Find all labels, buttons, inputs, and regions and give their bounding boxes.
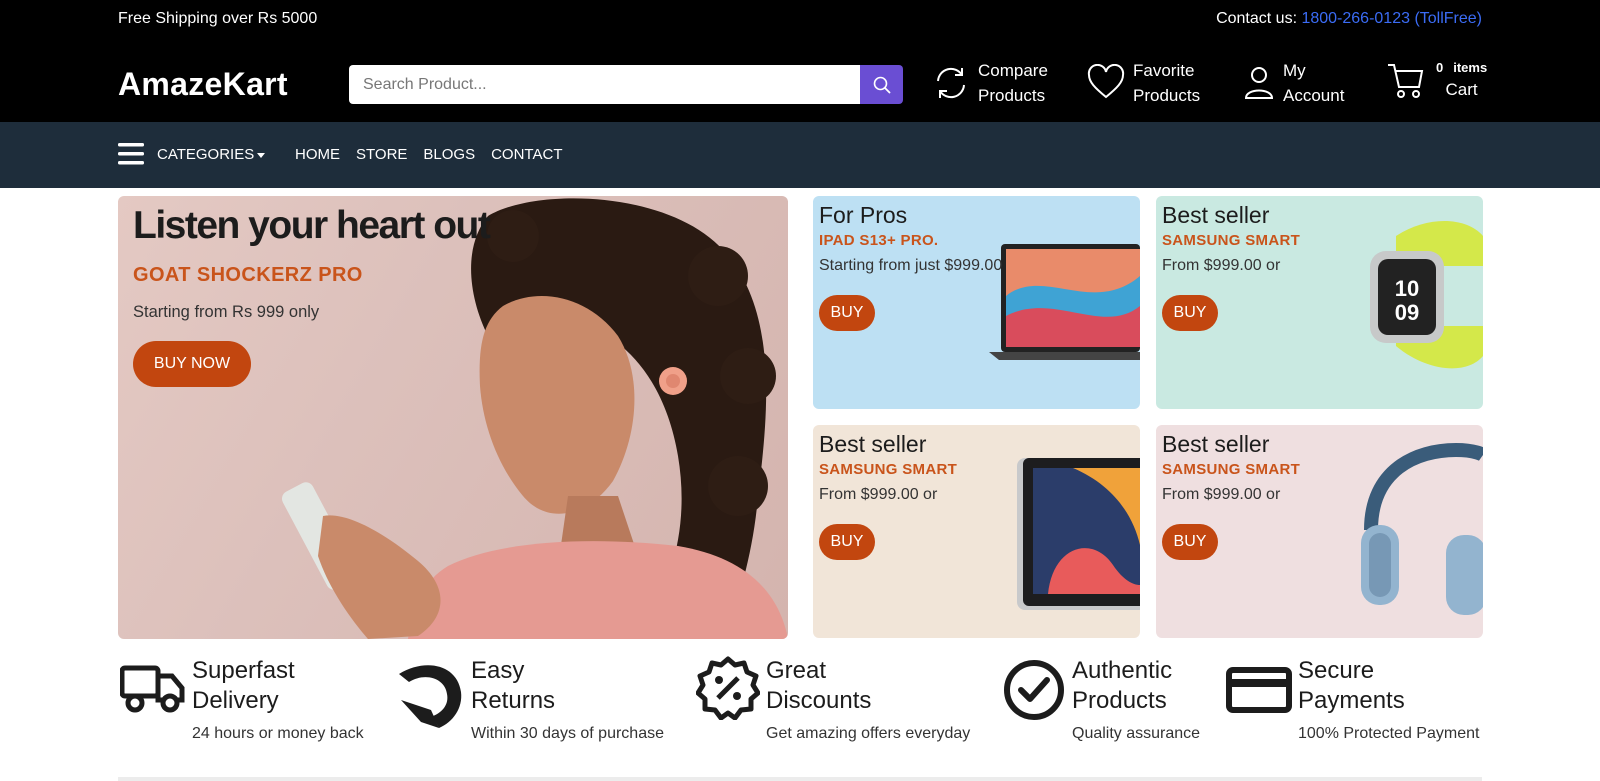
promo-card-tablet: Best seller SAMSUNG SMART From $999.00 o… [813, 425, 1140, 638]
feature-title-line1: Authentic [1072, 657, 1173, 684]
cart-count: 0 [1436, 60, 1444, 75]
hero-title: Listen your heart out [133, 204, 491, 247]
hero-subtitle: GOAT SHOCKERZ PRO [133, 264, 363, 286]
top-bar: Free Shipping over Rs 5000 Contact us: 1… [0, 0, 1600, 40]
card-title: Best seller [1162, 431, 1270, 457]
hero-banner: Listen your heart out GOAT SHOCKERZ PRO … [118, 196, 788, 639]
contact-label: Contact us: [1216, 10, 1302, 27]
feature-title-line2: Delivery [192, 687, 279, 714]
feature-payments: Secure Payments 100% Protected Payment [1226, 656, 1479, 746]
promo-card-laptop: For Pros IPAD S13+ PRO. Starting from ju… [813, 196, 1140, 409]
search-input[interactable] [349, 65, 860, 104]
hero-buy-now-button[interactable]: BUY NOW [133, 341, 251, 387]
feature-title-line1: Easy [471, 657, 525, 684]
nav-link-store[interactable]: STORE [356, 146, 407, 163]
hero-price: Starting from Rs 999 only [133, 303, 320, 321]
feature-desc: Quality assurance [1072, 725, 1201, 742]
promo-card-smartwatch: 10 09 Best seller SAMSUNG SMART From $99… [1156, 196, 1483, 409]
feature-title-line1: Great [766, 657, 827, 684]
watch-face-text: 10 [1395, 276, 1419, 301]
favorite-line1: Favorite [1133, 61, 1195, 80]
card-title: Best seller [819, 431, 927, 457]
feature-title-line1: Secure [1298, 657, 1375, 684]
nav-link-blogs[interactable]: BLOGS [423, 146, 475, 163]
contact-info: Contact us: 1800-266-0123 (TollFree) [1216, 10, 1482, 28]
card-subtitle: SAMSUNG SMART [819, 461, 958, 478]
watch-face-text: 09 [1395, 300, 1419, 325]
categories-dropdown[interactable]: CATEGORIES [157, 146, 266, 163]
feature-returns: Easy Returns Within 30 days of purchase [395, 656, 664, 746]
search-icon [873, 76, 890, 93]
compare-products-link[interactable]: Compare Products [932, 58, 1048, 108]
feature-authentic: Authentic Products Quality assurance [1002, 656, 1200, 746]
credit-card-icon [1226, 667, 1292, 713]
section-divider [118, 777, 1482, 781]
return-arrow-icon [399, 665, 462, 728]
card-price: Starting from just $999.00 [819, 257, 1003, 274]
my-account-link[interactable]: My Account [1243, 58, 1344, 108]
card-subtitle: IPAD S13+ PRO. [819, 232, 939, 249]
cart-link[interactable]: 0 items Cart [1386, 58, 1487, 102]
chevron-down-icon [257, 152, 266, 158]
hamburger-menu-icon[interactable] [118, 142, 144, 166]
feature-desc: 24 hours or money back [192, 725, 364, 742]
cart-icon [1388, 64, 1424, 98]
promo-card-headphones: Best seller SAMSUNG SMART From $999.00 o… [1156, 425, 1483, 638]
card-price: From $999.00 or [819, 486, 938, 503]
favorite-products-link[interactable]: Favorite Products [1087, 58, 1200, 108]
feature-title-line1: Superfast [192, 657, 295, 684]
feature-delivery: Superfast Delivery 24 hours or money back [120, 656, 364, 746]
cart-label: Cart [1445, 80, 1478, 99]
favorite-line2: Products [1133, 86, 1201, 105]
card-buy-button[interactable]: BUY [819, 295, 875, 331]
card-buy-button[interactable]: BUY [1162, 295, 1218, 331]
main-nav: CATEGORIES HOME STORE BLOGS CONTACT [0, 122, 1600, 188]
account-line2: Account [1283, 86, 1345, 105]
compare-icon [937, 67, 965, 99]
card-subtitle: SAMSUNG SMART [1162, 461, 1301, 478]
site-logo[interactable]: AmazeKart [118, 66, 288, 103]
feature-title-line2: Products [1072, 687, 1167, 714]
feature-desc: Within 30 days of purchase [471, 725, 664, 742]
compare-line2: Products [978, 86, 1046, 105]
card-buy-button[interactable]: BUY [1162, 524, 1218, 560]
compare-line1: Compare [978, 61, 1048, 80]
nav-link-home[interactable]: HOME [295, 146, 340, 163]
cart-count-label: items [1453, 60, 1488, 75]
discount-badge-icon [696, 656, 760, 720]
contact-phone-link[interactable]: 1800-266-0123 (TollFree) [1301, 10, 1482, 27]
search-bar [349, 65, 903, 104]
main-header: AmazeKart Compare Products Favorite Produc… [0, 40, 1600, 122]
account-line1: My [1283, 61, 1306, 80]
feature-title-line2: Discounts [766, 687, 872, 714]
nav-link-contact[interactable]: CONTACT [491, 146, 562, 163]
search-button[interactable] [860, 65, 903, 104]
hero-woman-with-earbuds-image [281, 198, 788, 639]
card-title: Best seller [1162, 202, 1270, 228]
shipping-notice: Free Shipping over Rs 5000 [118, 10, 318, 27]
truck-icon [120, 665, 185, 713]
user-icon [1244, 67, 1274, 99]
heart-icon [1087, 64, 1125, 99]
feature-discounts: Great Discounts Get amazing offers everyda… [696, 656, 970, 746]
feature-title-line2: Returns [471, 687, 556, 714]
feature-desc: Get amazing offers everyday [766, 725, 971, 742]
card-price: From $999.00 or [1162, 486, 1281, 503]
card-price: From $999.00 or [1162, 257, 1281, 274]
card-title: For Pros [819, 202, 908, 228]
feature-title-line2: Payments [1298, 687, 1405, 714]
card-buy-button[interactable]: BUY [819, 524, 875, 560]
card-subtitle: SAMSUNG SMART [1162, 232, 1301, 249]
categories-label: CATEGORIES [157, 146, 255, 163]
feature-desc: 100% Protected Payment [1298, 725, 1480, 742]
nav-menu: HOME STORE BLOGS CONTACT [295, 146, 562, 163]
check-circle-icon [1004, 660, 1064, 720]
